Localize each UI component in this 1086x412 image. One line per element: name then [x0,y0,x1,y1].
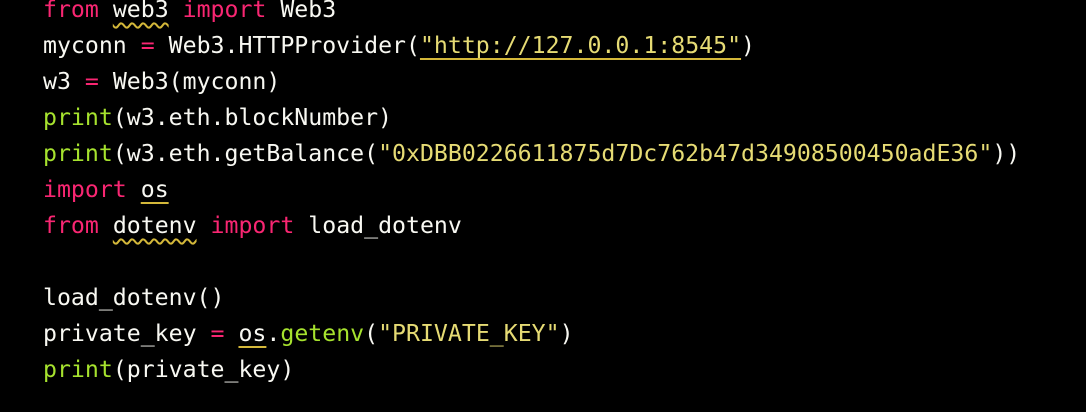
code-area[interactable]: from web3 import Web3 myconn = Web3.HTTPP… [43,0,1020,388]
code-token-plain: load_dotenv() [43,284,225,311]
code-token-plain: w3 [43,68,85,95]
code-token-plain: ) [741,32,756,59]
code-token-plain: Web3.HTTPProvider( [154,32,420,59]
code-token-builtin: print [43,140,113,167]
code-token-plain: (w3.eth.blockNumber) [112,104,393,131]
code-token-keyword: = [140,32,155,59]
code-token-keyword: from [43,0,99,23]
code-token-plain: dotenv [112,212,197,239]
code-line[interactable] [43,244,1020,280]
code-token-keyword: import [43,176,127,203]
code-line[interactable]: print(w3.eth.getBalance("0xDBB0226611875… [43,136,1020,172]
code-token-keyword: = [210,320,225,347]
code-token-plain: load_dotenv [294,212,462,239]
code-token-plain: myconn [43,32,141,59]
code-token-keyword: import [210,212,295,239]
code-token-keyword: from [43,212,99,239]
code-line[interactable]: myconn = Web3.HTTPProvider("http://127.0… [43,28,1020,64]
code-editor[interactable]: from web3 import Web3 myconn = Web3.HTTPP… [0,0,1086,412]
code-token-keyword: import [182,0,267,23]
code-line[interactable]: print(private_key) [43,352,1020,388]
code-token-plain: )) [992,140,1021,167]
code-token-plain: Web3(myconn) [98,68,281,95]
code-line[interactable]: from web3 import Web3 [43,0,1020,28]
code-token-keyword: = [84,68,99,95]
code-token-plain: os [140,176,169,203]
code-token-plain: Web3 [266,0,337,23]
code-token-plain: web3 [112,0,169,23]
code-token-plain: os [238,320,267,347]
code-token-builtin: print [43,104,113,131]
code-line[interactable]: load_dotenv() [43,280,1020,316]
code-line[interactable]: from dotenv import load_dotenv [43,208,1020,244]
code-token-string: "PRIVATE_KEY" [378,320,560,347]
code-token-plain: (private_key) [112,356,295,383]
code-line[interactable]: print(w3.eth.blockNumber) [43,100,1020,136]
code-line[interactable]: w3 = Web3(myconn) [43,64,1020,100]
code-token-string: "http://127.0.0.1:8545" [419,32,742,59]
code-token-builtin: print [43,356,113,383]
code-token-plain: ) [559,320,574,347]
code-token-plain: ( [364,320,379,347]
code-token-builtin: getenv [280,320,365,347]
code-line[interactable]: import os [43,172,1020,208]
code-token-plain: (w3.eth.getBalance( [112,140,379,167]
code-token-string: "0xDBB0226611875d7Dc762b47d34908500450ad… [378,140,993,167]
code-line[interactable]: private_key = os.getenv("PRIVATE_KEY") [43,316,1020,352]
code-token-plain: private_key [43,320,211,347]
code-token-plain: . [266,320,281,347]
